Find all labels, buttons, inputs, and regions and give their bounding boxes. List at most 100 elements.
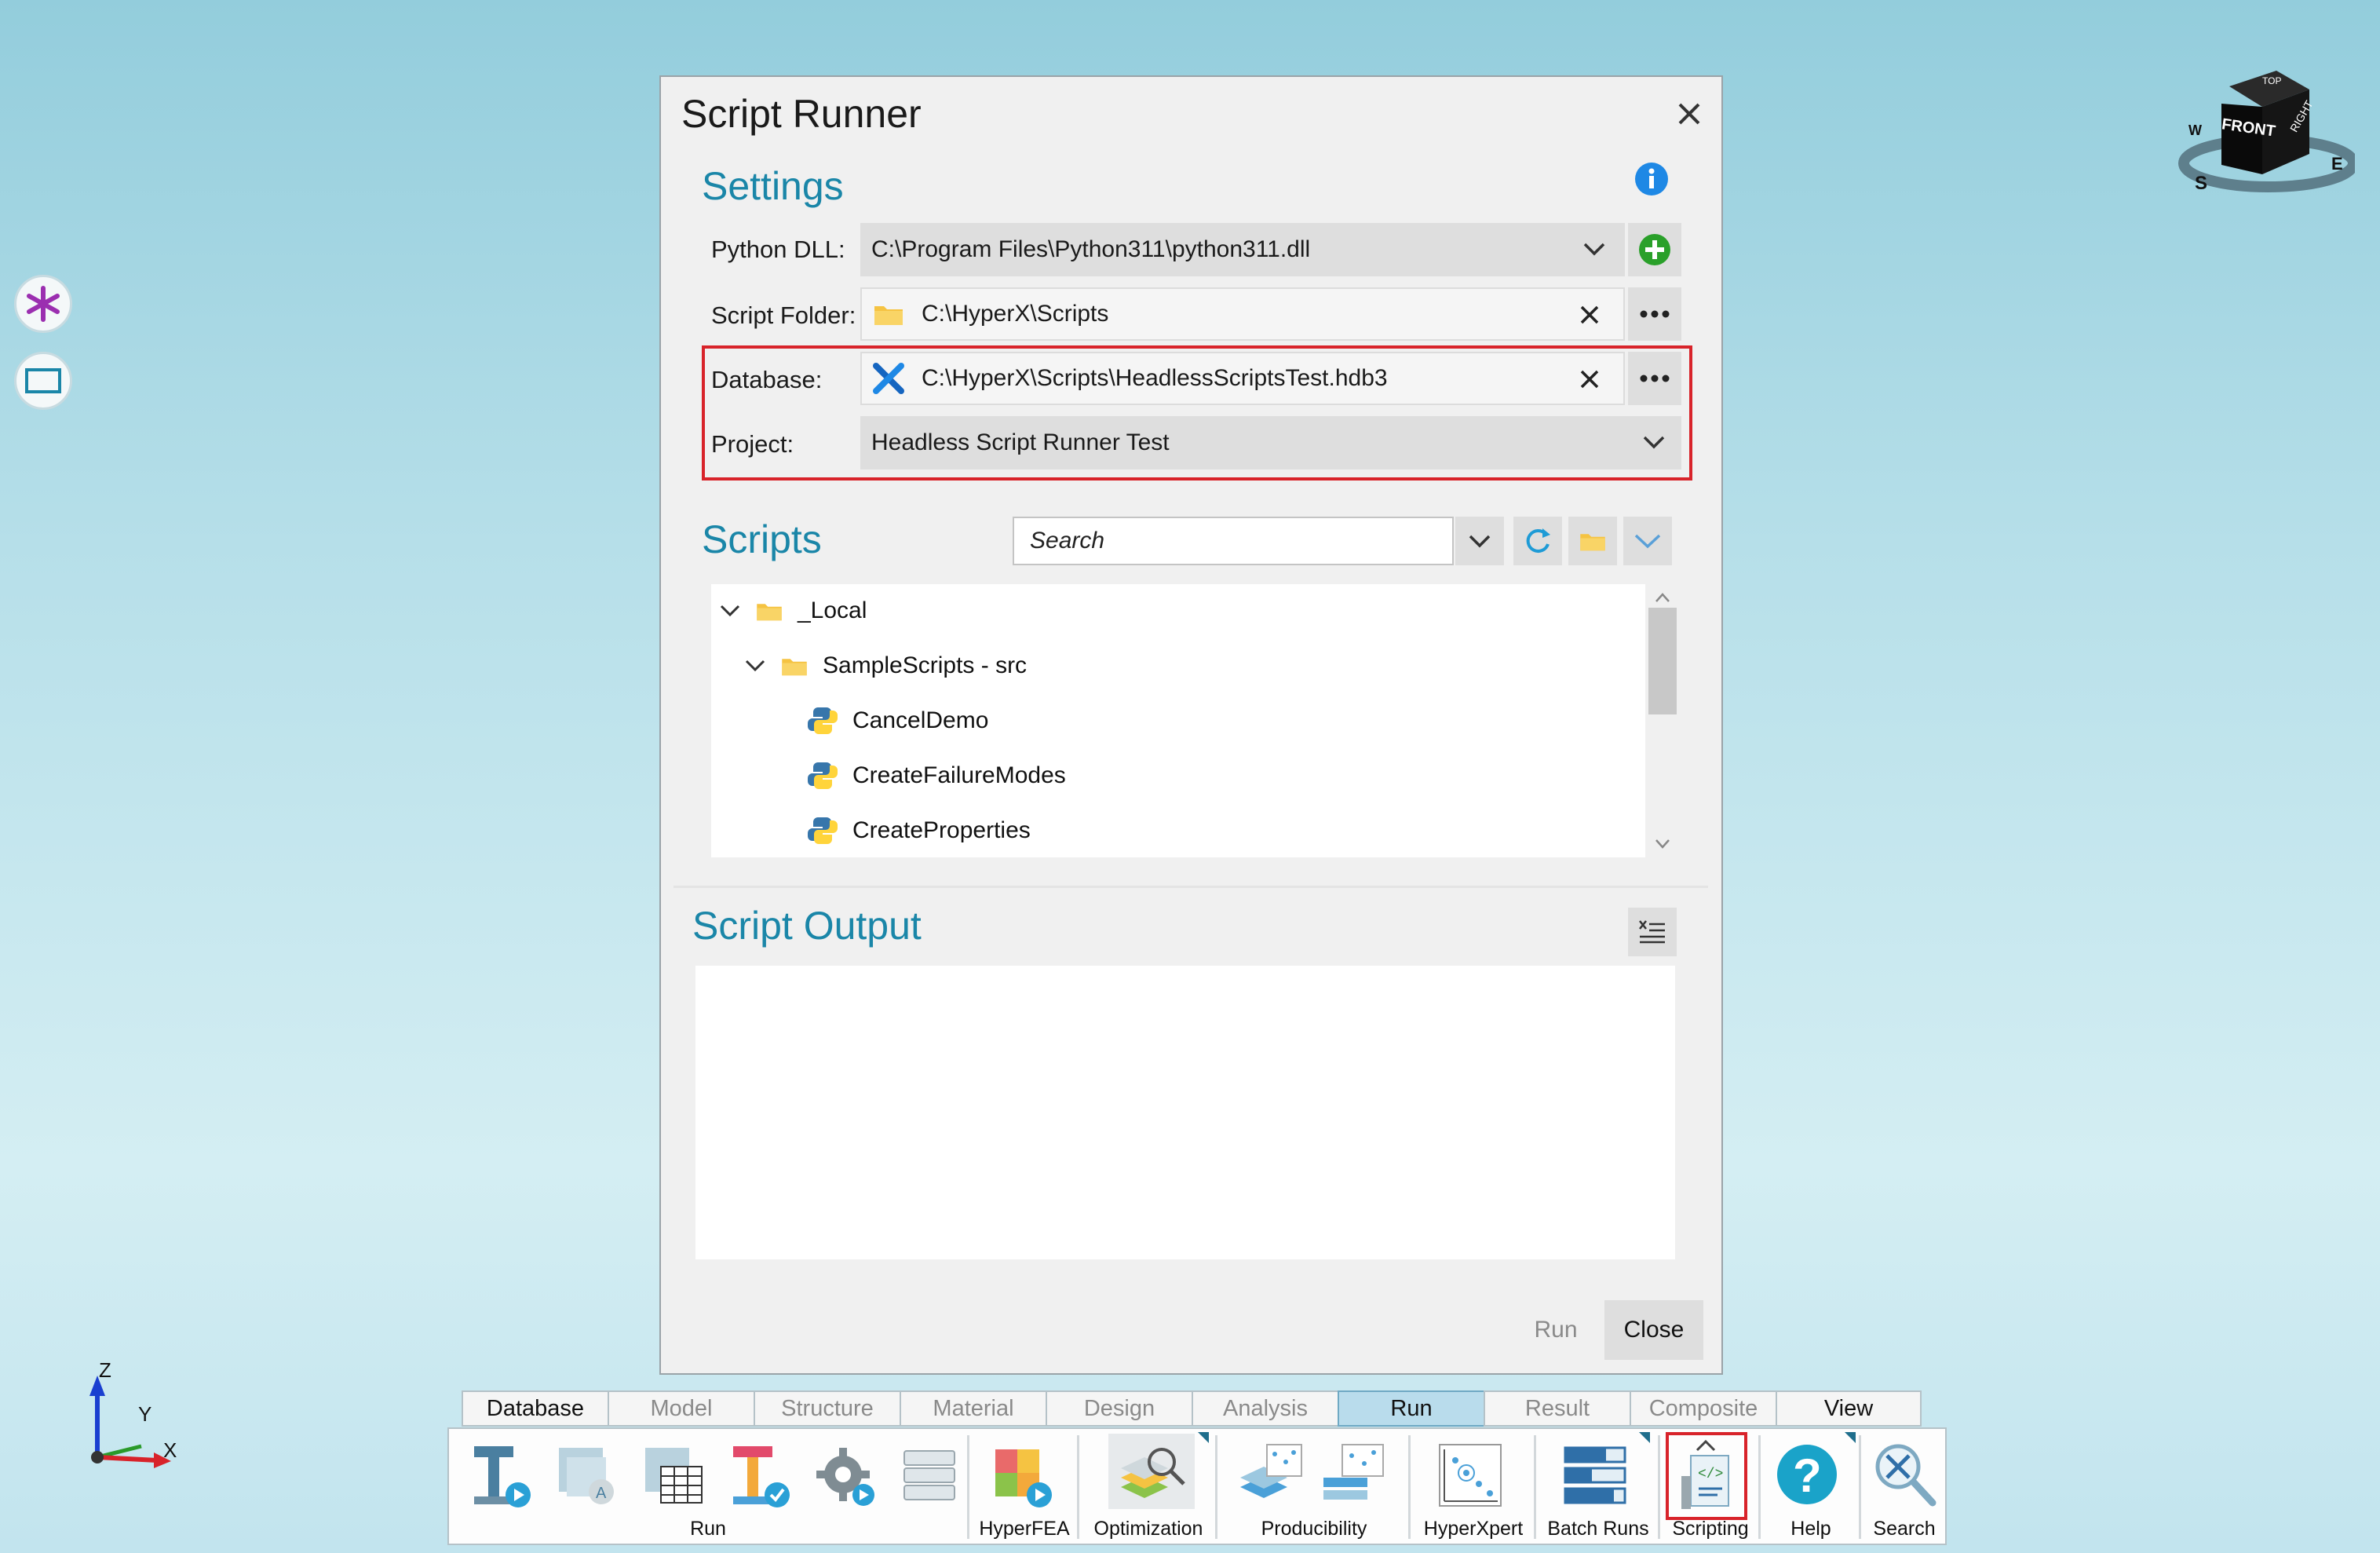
python-script-icon (807, 762, 838, 789)
svg-text:?: ? (1793, 1449, 1822, 1502)
tree-item-createproperties[interactable]: CreateProperties (807, 807, 1031, 854)
run-server-icon[interactable] (898, 1440, 961, 1511)
hyperxpert-icon (1439, 1444, 1502, 1507)
producibility-layers-icon[interactable] (1236, 1440, 1306, 1511)
python-dll-value: C:\Program Files\Python311\python311.dll (871, 236, 1311, 262)
open-folder-button[interactable] (1568, 517, 1617, 565)
help-dropdown-indicator (1845, 1432, 1856, 1443)
axis-y-label: Y (138, 1402, 152, 1426)
chevron-down-icon (1469, 535, 1491, 548)
ribbon-group-label: Run (690, 1518, 726, 1540)
ribbon-group-optimization[interactable]: Optimization (1082, 1429, 1215, 1544)
add-python-dll-button[interactable] (1628, 223, 1681, 276)
ribbon-group-hyperxpert[interactable]: HyperXpert (1413, 1429, 1534, 1544)
tree-item-label: CreateFailureModes (852, 762, 1066, 788)
tab-composite[interactable]: Composite (1630, 1390, 1776, 1427)
run-all-icon[interactable]: A (553, 1440, 623, 1511)
axis-x-label: X (163, 1438, 177, 1462)
refresh-icon (1526, 528, 1550, 553)
rectangle-button[interactable] (14, 352, 72, 410)
tab-result[interactable]: Result (1484, 1390, 1630, 1427)
run-settings-icon[interactable] (812, 1440, 882, 1511)
view-cube[interactable]: FRONT RIGHT TOP S E W (2174, 63, 2359, 204)
scripts-tree[interactable]: _Local SampleScripts - src CancelDemo Cr… (711, 584, 1650, 857)
script-folder-field[interactable]: C:\HyperX\Scripts (860, 287, 1625, 341)
search-dropdown-button[interactable] (1455, 517, 1504, 565)
run-analysis-icon[interactable] (466, 1440, 537, 1511)
ribbon-group-search[interactable]: Search (1863, 1429, 1945, 1544)
ribbon-separator (1408, 1435, 1411, 1539)
asterisk-button[interactable] (14, 275, 72, 333)
tab-analysis[interactable]: Analysis (1192, 1390, 1338, 1427)
dialog-close-button[interactable] (1677, 97, 1701, 132)
scripts-heading: Scripts (702, 517, 822, 561)
ribbon-group-batch-runs[interactable]: Batch Runs (1539, 1429, 1658, 1544)
tab-run[interactable]: Run (1338, 1390, 1484, 1427)
expand-all-button[interactable] (1623, 517, 1672, 565)
scripts-search-placeholder: Search (1030, 528, 1105, 554)
tab-design[interactable]: Design (1046, 1390, 1192, 1427)
scrollbar-thumb[interactable] (1648, 608, 1677, 714)
optimization-icon (1121, 1448, 1185, 1498)
tree-scrollbar[interactable] (1645, 584, 1680, 857)
run-button[interactable]: Run (1509, 1300, 1603, 1360)
folder-icon (874, 306, 903, 325)
python-script-icon (807, 707, 838, 734)
chevron-up-icon[interactable] (1655, 592, 1670, 603)
chevron-down-icon (1583, 243, 1605, 256)
tree-item-local[interactable]: _Local (719, 587, 867, 634)
tab-view[interactable]: View (1776, 1390, 1922, 1427)
script-runner-dialog: Script Runner Settings Python DLL: C:\Pr… (659, 75, 1723, 1375)
ribbon-group-scripting[interactable]: </> Scripting (1663, 1429, 1758, 1544)
ribbon-separator (1658, 1435, 1660, 1539)
scripts-search-input[interactable]: Search (1013, 517, 1454, 565)
run-check-icon[interactable] (725, 1440, 796, 1511)
more-icon (1640, 310, 1670, 318)
tree-item-label: SampleScripts - src (823, 652, 1028, 678)
hyperx-database-icon (873, 363, 904, 394)
ribbon-group-label: Scripting (1672, 1518, 1749, 1540)
tree-item-canceldemo[interactable]: CancelDemo (807, 697, 988, 744)
tab-structure[interactable]: Structure (754, 1390, 900, 1427)
tab-model[interactable]: Model (608, 1390, 754, 1427)
clear-database-icon[interactable] (1579, 369, 1600, 389)
database-field[interactable]: C:\HyperX\Scripts\HeadlessScriptsTest.hd… (860, 352, 1625, 405)
info-button[interactable] (1634, 162, 1669, 200)
section-divider (673, 886, 1708, 888)
clear-output-button[interactable] (1628, 908, 1677, 956)
tree-item-createfailuremodes[interactable]: CreateFailureModes (807, 752, 1066, 799)
ribbon-separator (1859, 1435, 1861, 1539)
database-value: C:\HyperX\Scripts\HeadlessScriptsTest.hd… (922, 365, 1388, 391)
add-icon (1639, 234, 1670, 265)
optimization-dropdown-indicator (1198, 1432, 1209, 1443)
close-icon (1678, 103, 1700, 125)
browse-script-folder-button[interactable] (1628, 287, 1681, 341)
script-output-heading: Script Output (692, 904, 922, 948)
chevron-down-icon[interactable] (1655, 839, 1670, 850)
python-dll-select[interactable]: C:\Program Files\Python311\python311.dll (860, 223, 1625, 276)
folder-icon (782, 659, 807, 676)
tab-database[interactable]: Database (462, 1390, 608, 1427)
chevron-down-icon (1643, 436, 1665, 449)
chevron-down-icon[interactable] (719, 603, 741, 619)
batch-runs-dropdown-indicator (1639, 1432, 1650, 1443)
project-select[interactable]: Headless Script Runner Test (860, 416, 1681, 470)
tree-item-label: _Local (798, 597, 867, 623)
browse-database-button[interactable] (1628, 352, 1681, 405)
database-label: Database: (711, 366, 823, 393)
tree-item-samplescripts[interactable]: SampleScripts - src (744, 642, 1027, 689)
axis-triad: Z Y X (78, 1358, 188, 1476)
script-output-area[interactable] (695, 966, 1675, 1259)
close-button[interactable]: Close (1604, 1300, 1703, 1360)
producibility-chart-icon[interactable] (1319, 1440, 1389, 1511)
rectangle-icon (25, 368, 61, 393)
chevron-down-icon[interactable] (744, 658, 766, 674)
compass-s-label: S (2195, 173, 2208, 194)
clear-script-folder-icon[interactable] (1579, 305, 1600, 325)
run-table-icon[interactable] (639, 1440, 710, 1511)
ribbon-group-hyperfea[interactable]: HyperFEA (972, 1429, 1077, 1544)
ribbon-group-label: Search (1873, 1518, 1936, 1540)
refresh-button[interactable] (1513, 517, 1562, 565)
tab-material[interactable]: Material (900, 1390, 1046, 1427)
ribbon-group-help[interactable]: ? Help (1763, 1429, 1859, 1544)
